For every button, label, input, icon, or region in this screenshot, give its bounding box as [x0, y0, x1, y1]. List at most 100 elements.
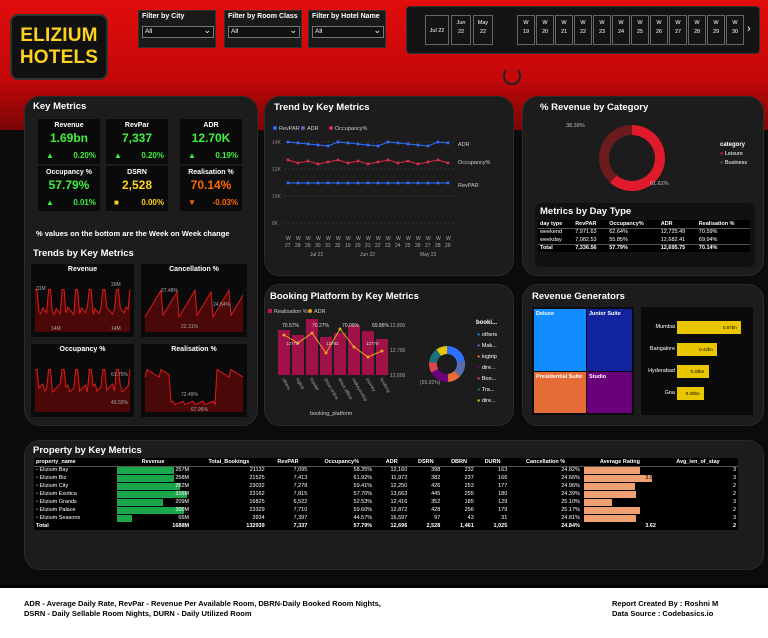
treemap-studio[interactable]: Studio — [587, 372, 632, 413]
property-row[interactable]: Total 1688M 132939 7,337 57.79% 12,696 2,528 1,… — [34, 522, 738, 530]
week-tile[interactable]: W 26 — [650, 15, 668, 45]
booking-legend-item: ● Tra... — [477, 387, 495, 393]
property-row[interactable]: ▪ Elizium Seasons 66M 3934 7,397 44.57% 16,59… — [34, 514, 738, 522]
property-row[interactable]: ▪ Elizium Exotica 316M 23162 7,815 57.70% 13,… — [34, 490, 738, 498]
kpi-value: 1.69bn — [49, 131, 88, 145]
city-bar-value: 0.33bn — [690, 369, 705, 374]
svg-text:W: W — [426, 236, 431, 242]
week-tile[interactable]: W 21 — [555, 15, 573, 45]
chevron-right-icon[interactable]: › — [747, 23, 751, 35]
revenue-trend-chart: Revenue 31M 26M 14M 14M — [31, 264, 134, 337]
week-tile[interactable]: W 29 — [707, 15, 725, 45]
property-row[interactable]: ▪ Elizium Biz 258M 21525 7,413 61.92% 11,972 3… — [34, 474, 738, 482]
month-tile-jul22[interactable]: Jul 22 — [425, 15, 449, 45]
booking-legend-item: ● Mak... — [477, 343, 497, 349]
svg-text:booking_platform: booking_platform — [310, 411, 353, 417]
kpi-change: 0.01% — [73, 198, 96, 207]
svg-text:69.86%: 69.86% — [372, 323, 390, 329]
svg-text:W: W — [386, 236, 391, 242]
kpi-change: 0.00% — [141, 198, 164, 207]
svg-text:W: W — [396, 236, 401, 242]
kpi-card-revenue: Revenue 1.69bn ▲ 0.20% — [38, 119, 100, 164]
city-bar-label: Bangalore — [649, 346, 675, 352]
treemap-presidential-suite[interactable]: Presidential Suite — [534, 372, 586, 413]
kpi-change: 0.20% — [73, 151, 96, 160]
property-table: property_name Revenue Total_Bookings RevPAR… — [34, 458, 738, 530]
hotel-name-filter-select[interactable]: All — [312, 25, 384, 38]
day-type-title: Metrics by Day Type — [540, 206, 632, 217]
realisation-trend-chart: Realisation % 72.49% 67.95% — [141, 344, 247, 417]
booking-donut-legend: ● others ● Mak... ● logtrip ● dire... ● Boo.… — [477, 330, 497, 407]
cancellation-trend-title: Cancellation % — [169, 266, 219, 273]
svg-text:14K: 14K — [272, 140, 282, 146]
city-filter-label: Filter by City — [142, 13, 185, 20]
property-row[interactable]: ▪ Elizium Bay 257M 21132 7,095 58.35% 12,160 3… — [34, 466, 738, 474]
kpi-label: ADR — [203, 122, 219, 129]
day-type-row: weekend 7,971.63 62.64% 12,725.49 70.59% — [540, 229, 718, 236]
up-triangle-icon: ▲ — [46, 151, 54, 160]
room-class-treemap: Deluxe Junior Suite Presidential Suite S… — [532, 307, 634, 415]
city-bar-label: Mumbai — [655, 324, 675, 330]
kpi-change: -0.03% — [212, 198, 238, 207]
svg-text:ADR: ADR — [307, 126, 319, 132]
legend-leisure: ● Leisure — [720, 151, 743, 157]
kpi-value: 2,528 — [121, 178, 153, 192]
property-row[interactable]: ▪ Elizium Grands 209M 16825 6,522 52.53% 12,4… — [34, 498, 738, 506]
footer-glossary-1: ADR - Average Daily Rate, RevPar - Reven… — [24, 599, 381, 608]
week-tile[interactable]: W 23 — [593, 15, 611, 45]
key-metrics-title: Key Metrics — [33, 101, 87, 112]
footer: ADR - Average Daily Rate, RevPar - Reven… — [0, 588, 768, 638]
svg-text:ADR: ADR — [314, 309, 326, 315]
booking-legend-item: ● others — [477, 332, 498, 338]
svg-text:W: W — [436, 236, 441, 242]
booking-legend-item: ● Boo... — [477, 376, 497, 382]
booking-donut-title: booki... — [476, 320, 497, 326]
svg-text:direct online: direct online — [323, 377, 340, 401]
month-tile-may22[interactable]: May 22 — [473, 15, 493, 45]
realisation-trend-title: Realisation % — [171, 346, 217, 353]
kpi-change: 0.19% — [215, 151, 238, 160]
week-tile[interactable]: W 27 — [669, 15, 687, 45]
city-bar-value: 0.67bn — [723, 325, 737, 330]
city-filter-select[interactable]: All — [142, 25, 214, 38]
room-class-filter-select[interactable]: All — [228, 25, 300, 38]
kpi-card-revpar: RevPar 7,337 ▲ 0.20% — [106, 119, 168, 164]
svg-text:12,600: 12,600 — [390, 373, 406, 379]
month-tile-jun22[interactable]: Jun 22 — [451, 15, 471, 45]
kpi-change: 0.20% — [141, 151, 164, 160]
report-credit: Report Created By : Roshni M — [612, 599, 719, 608]
week-tile[interactable]: W 25 — [631, 15, 649, 45]
property-row[interactable]: ▪ Elizium City 282M 23032 7,278 59.41% 12,250… — [34, 482, 738, 490]
treemap-deluxe[interactable]: Deluxe — [534, 309, 586, 371]
svg-text:W: W — [376, 236, 381, 242]
loading-spinner-icon — [503, 67, 521, 85]
svg-text:19: 19 — [345, 243, 351, 249]
svg-text:tripster: tripster — [309, 377, 320, 392]
property-row[interactable]: ▪ Elizium Palace 300M 23329 7,710 59.60% 12,8… — [34, 506, 738, 514]
week-tile[interactable]: W 28 — [688, 15, 706, 45]
occupancy-trend-title: Occupancy % — [59, 346, 106, 353]
svg-text:W: W — [306, 236, 311, 242]
week-tile[interactable]: W 22 — [574, 15, 592, 45]
svg-text:W: W — [416, 236, 421, 242]
kpi-label: Revenue — [54, 122, 84, 129]
data-source: Data Source : Codebasics.io — [612, 609, 714, 618]
svg-text:29: 29 — [445, 243, 451, 249]
svg-text:ADR: ADR — [458, 142, 470, 148]
hotel-name-filter: Filter by Hotel Name All — [308, 10, 386, 48]
treemap-junior-suite[interactable]: Junior Suite — [587, 309, 632, 371]
week-tile[interactable]: W 30 — [726, 15, 744, 45]
svg-text:W: W — [346, 236, 351, 242]
svg-text:12K: 12K — [272, 167, 282, 173]
room-class-filter: Filter by Room Class All — [224, 10, 302, 48]
svg-text:24: 24 — [395, 243, 401, 249]
up-triangle-icon: ▲ — [114, 151, 122, 160]
week-tile[interactable]: W 19 — [517, 15, 535, 45]
city-bar-value: 0.28bn — [685, 391, 700, 396]
week-tile[interactable]: W 20 — [536, 15, 554, 45]
svg-text:27: 27 — [285, 243, 291, 249]
kpi-card-realisation: Realisation % 70.14% ▼ -0.03% — [180, 166, 242, 211]
week-tile[interactable]: W 24 — [612, 15, 630, 45]
svg-text:W: W — [316, 236, 321, 242]
day-type-row: Total 7,336.56 57.79% 12,695.75 70.14% — [538, 244, 750, 252]
